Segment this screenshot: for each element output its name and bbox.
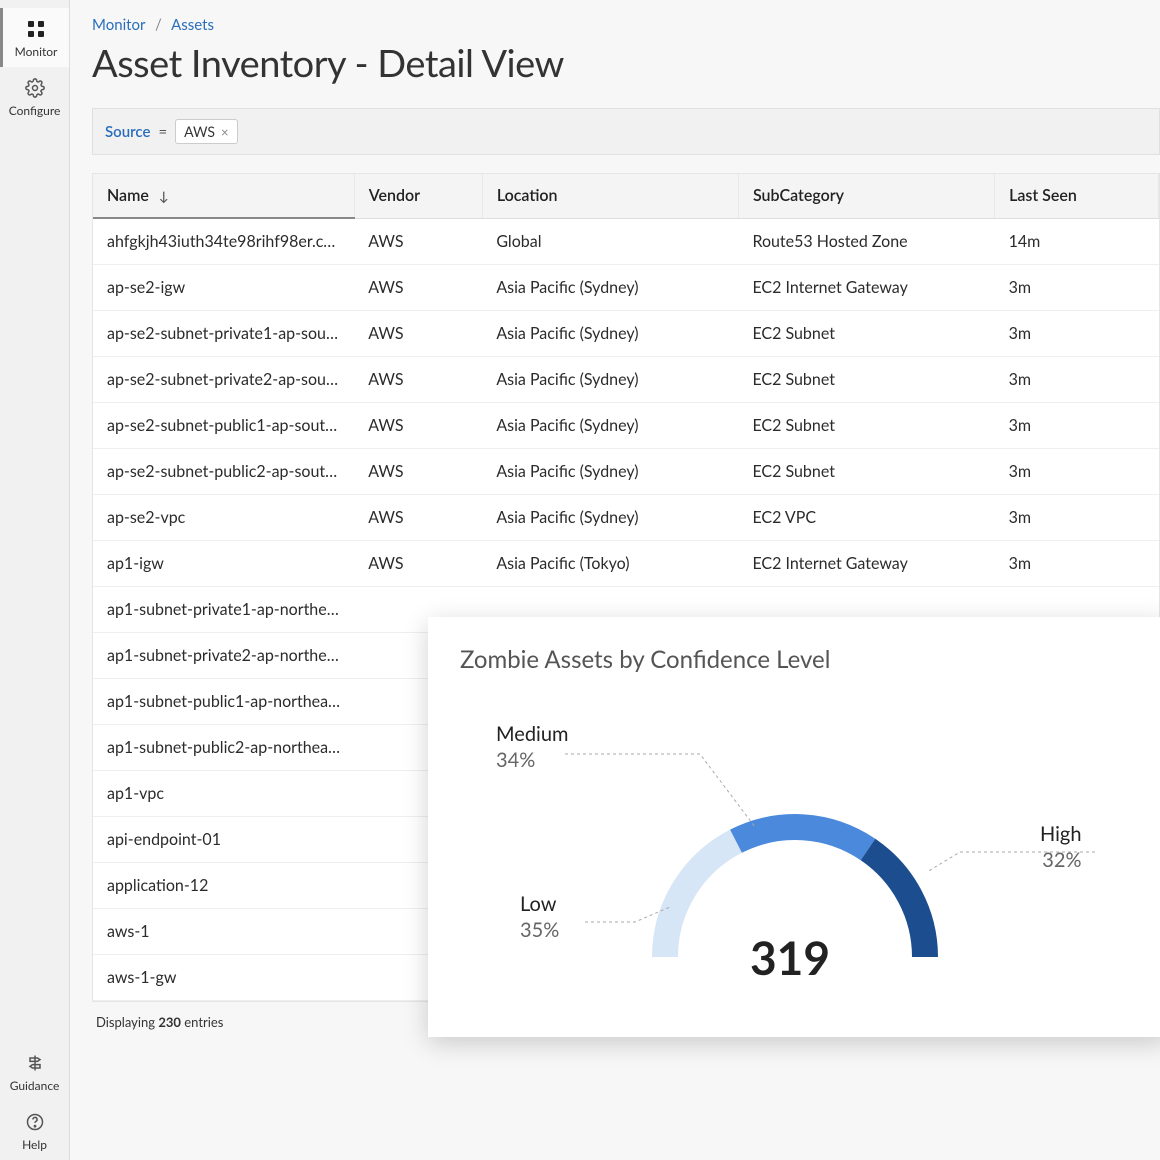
breadcrumb: Monitor / Assets [92, 16, 1160, 34]
cell-name: ahfgkjh43iuth34te98rihf98er.com. [93, 218, 354, 265]
gear-icon [24, 77, 46, 99]
cell-location: Asia Pacific (Sydney) [482, 403, 738, 449]
cell-last_seen: 3m [995, 265, 1159, 311]
cell-name: ap-se2-subnet-private2-ap-southe… [93, 357, 354, 403]
page-title: Asset Inventory - Detail View [92, 40, 1160, 86]
sidebar-item-monitor[interactable]: Monitor [0, 8, 69, 67]
help-icon [24, 1111, 46, 1133]
col-header-last-seen[interactable]: Last Seen [995, 174, 1159, 218]
gauge-arc-low [665, 841, 736, 957]
cell-vendor: AWS [354, 265, 482, 311]
grid-icon [25, 18, 47, 40]
cell-last_seen: 3m [995, 403, 1159, 449]
cell-name: ap1-subnet-private2-ap-northeast… [93, 633, 354, 679]
cell-location: Asia Pacific (Sydney) [482, 449, 738, 495]
table-row[interactable]: ahfgkjh43iuth34te98rihf98er.com.AWSGloba… [93, 218, 1159, 265]
table-row[interactable]: ap1-igwAWSAsia Pacific (Tokyo)EC2 Intern… [93, 541, 1159, 587]
filter-label[interactable]: Source [105, 123, 150, 141]
close-icon[interactable]: × [221, 124, 229, 140]
cell-name: ap1-subnet-private1-ap-northeast… [93, 587, 354, 633]
cell-subcategory: EC2 Subnet [738, 311, 994, 357]
cell-location: Asia Pacific (Sydney) [482, 265, 738, 311]
cell-location: Asia Pacific (Sydney) [482, 495, 738, 541]
table-row[interactable]: ap-se2-vpcAWSAsia Pacific (Sydney)EC2 VP… [93, 495, 1159, 541]
cell-last_seen: 3m [995, 449, 1159, 495]
col-header-location[interactable]: Location [482, 174, 738, 218]
cell-subcategory: EC2 VPC [738, 495, 994, 541]
cell-subcategory: EC2 Subnet [738, 403, 994, 449]
cell-name: ap-se2-subnet-public1-ap-southea… [93, 403, 354, 449]
cell-name: ap-se2-vpc [93, 495, 354, 541]
sidebar-item-configure[interactable]: Configure [0, 67, 69, 126]
breadcrumb-monitor[interactable]: Monitor [92, 16, 145, 34]
cell-location: Asia Pacific (Sydney) [482, 311, 738, 357]
gauge-arc-high [868, 850, 925, 958]
breadcrumb-separator: / [155, 16, 162, 34]
cell-name: ap1-vpc [93, 771, 354, 817]
filter-bar[interactable]: Source = AWS × [92, 108, 1160, 155]
cell-name: ap1-subnet-public1-ap-northeast-… [93, 679, 354, 725]
main-content: Monitor / Assets Asset Inventory - Detai… [70, 0, 1160, 1160]
cell-subcategory: Route53 Hosted Zone [738, 218, 994, 265]
cell-name: ap-se2-subnet-public2-ap-southea… [93, 449, 354, 495]
cell-last_seen: 14m [995, 218, 1159, 265]
cell-last_seen: 3m [995, 495, 1159, 541]
sort-arrow-icon: ↓ [159, 188, 169, 204]
cell-location: Asia Pacific (Sydney) [482, 357, 738, 403]
sidebar-item-label: Help [22, 1137, 47, 1152]
filter-chip-value: AWS [184, 123, 215, 140]
callout-low: Low 35% [520, 892, 559, 942]
cell-vendor: AWS [354, 541, 482, 587]
cell-name: aws-1-gw [93, 955, 354, 1001]
filter-equals: = [158, 123, 167, 141]
callout-high: High 32% [1040, 822, 1081, 872]
sidebar: Monitor Configure Guidance Help [0, 0, 70, 1160]
col-header-subcategory[interactable]: SubCategory [738, 174, 994, 218]
cell-location: Global [482, 218, 738, 265]
sidebar-item-label: Configure [9, 103, 61, 118]
zombie-assets-card: Zombie Assets by Confidence Level Medium… [428, 617, 1160, 1037]
breadcrumb-assets[interactable]: Assets [171, 16, 214, 34]
cell-subcategory: EC2 Subnet [738, 357, 994, 403]
table-row[interactable]: ap-se2-subnet-private2-ap-southe…AWSAsia… [93, 357, 1159, 403]
cell-subcategory: EC2 Subnet [738, 449, 994, 495]
cell-name: ap-se2-subnet-private1-ap-southe… [93, 311, 354, 357]
sidebar-item-label: Monitor [15, 44, 58, 59]
table-row[interactable]: ap-se2-subnet-private1-ap-southe…AWSAsia… [93, 311, 1159, 357]
table-header-row: Name ↓ Vendor Location SubCategory Last … [93, 174, 1159, 218]
chart-title: Zombie Assets by Confidence Level [460, 645, 1136, 674]
cell-last_seen: 3m [995, 541, 1159, 587]
cell-vendor: AWS [354, 449, 482, 495]
cell-location: Asia Pacific (Tokyo) [482, 541, 738, 587]
sidebar-item-help[interactable]: Help [0, 1101, 69, 1160]
cell-subcategory: EC2 Internet Gateway [738, 265, 994, 311]
filter-chip[interactable]: AWS × [175, 119, 237, 144]
cell-vendor: AWS [354, 357, 482, 403]
cell-vendor: AWS [354, 311, 482, 357]
cell-last_seen: 3m [995, 311, 1159, 357]
cell-vendor: AWS [354, 218, 482, 265]
cell-name: aws-1 [93, 909, 354, 955]
signpost-icon [24, 1052, 46, 1074]
cell-vendor: AWS [354, 403, 482, 449]
gauge-chart: Medium 34% Low 35% High 32% 319 [460, 692, 1136, 1002]
table-row[interactable]: ap-se2-igwAWSAsia Pacific (Sydney)EC2 In… [93, 265, 1159, 311]
cell-name: ap1-subnet-public2-ap-northeast-… [93, 725, 354, 771]
cell-last_seen: 3m [995, 357, 1159, 403]
cell-name: api-endpoint-01 [93, 817, 354, 863]
cell-subcategory: EC2 Internet Gateway [738, 541, 994, 587]
table-row[interactable]: ap-se2-subnet-public1-ap-southea…AWSAsia… [93, 403, 1159, 449]
gauge-arc-medium [736, 827, 868, 849]
sidebar-item-label: Guidance [10, 1078, 60, 1093]
cell-name: ap-se2-igw [93, 265, 354, 311]
table-row[interactable]: ap-se2-subnet-public2-ap-southea…AWSAsia… [93, 449, 1159, 495]
sidebar-item-guidance[interactable]: Guidance [0, 1042, 69, 1101]
cell-vendor: AWS [354, 495, 482, 541]
col-header-name[interactable]: Name ↓ [93, 174, 354, 218]
col-header-vendor[interactable]: Vendor [354, 174, 482, 218]
gauge-total: 319 [750, 930, 830, 985]
cell-name: ap1-igw [93, 541, 354, 587]
cell-name: application-12 [93, 863, 354, 909]
callout-medium: Medium 34% [496, 722, 568, 772]
